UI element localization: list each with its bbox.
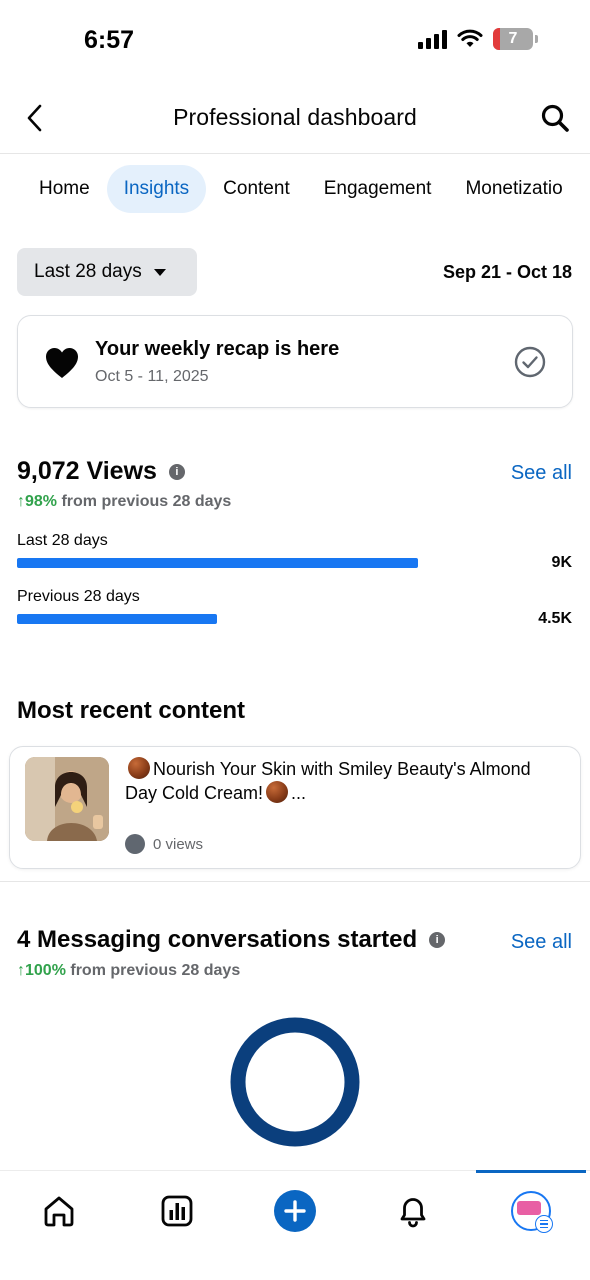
recap-title: Your weekly recap is here: [95, 338, 340, 360]
messaging-delta: ↑100% from previous 28 days: [17, 962, 240, 980]
post-thumbnail: [25, 757, 109, 841]
section-divider: [0, 881, 590, 882]
wifi-icon: [457, 29, 483, 47]
tab-home[interactable]: Home: [22, 165, 107, 213]
bar-value-current: 9K: [551, 554, 572, 571]
messaging-see-all-link[interactable]: See all: [511, 931, 572, 954]
bar-label-previous: Previous 28 days: [17, 588, 140, 605]
nav-notifications[interactable]: [391, 1189, 435, 1233]
messaging-title-text: 4 Messaging conversations started: [17, 926, 418, 953]
info-icon[interactable]: i: [429, 932, 446, 948]
search-icon: [541, 104, 569, 132]
status-icons: 7: [418, 28, 538, 50]
tab-content[interactable]: Content: [206, 165, 307, 213]
heart-icon: [46, 348, 78, 378]
insights-icon: [161, 1195, 193, 1227]
tab-monetization[interactable]: Monetizatio: [448, 165, 579, 213]
views-dot-icon: [125, 834, 145, 854]
status-bar: 6:57 7: [0, 0, 590, 80]
nav-create[interactable]: [273, 1189, 317, 1233]
weekly-recap-card[interactable]: Your weekly recap is here Oct 5 - 11, 20…: [17, 315, 573, 408]
bar-previous-track: [17, 614, 527, 624]
bar-value-previous: 4.5K: [538, 610, 572, 627]
recap-dates: Oct 5 - 11, 2025: [95, 368, 209, 385]
views-delta-percent: ↑98%: [17, 493, 58, 510]
battery-icon: 7: [493, 28, 533, 50]
battery-level: 7: [508, 30, 518, 47]
nav-profile[interactable]: [509, 1189, 553, 1233]
views-heading: 9,072 Views i: [17, 457, 185, 486]
tab-bar: Home Insights Content Engagement Monetiz…: [22, 164, 590, 214]
views-delta: ↑98% from previous 28 days: [17, 493, 231, 511]
post-caption-text: Nourish Your Skin with Smiley Beauty's A…: [125, 759, 531, 803]
check-circle-icon: [514, 346, 546, 378]
tab-insights[interactable]: Insights: [106, 165, 207, 213]
status-time: 6:57: [84, 26, 135, 54]
post-views: 0 views: [125, 834, 203, 854]
messaging-delta-text: from previous 28 days: [65, 962, 241, 979]
post-caption: Nourish Your Skin with Smiley Beauty's A…: [125, 757, 565, 805]
notifications-bell-icon: [400, 1198, 426, 1228]
bottom-nav: [0, 1170, 590, 1280]
date-range-text: Sep 21 - Oct 18: [442, 262, 572, 282]
views-title-text: 9,072 Views: [17, 457, 157, 485]
caret-down-icon: [153, 268, 166, 276]
bar-current: [17, 558, 418, 568]
profile-avatar: [511, 1191, 553, 1233]
home-icon: [44, 1196, 74, 1227]
top-bar: Professional dashboard: [0, 90, 590, 146]
search-button[interactable]: [538, 100, 572, 136]
post-thumbnail-image: [25, 757, 109, 841]
info-icon[interactable]: i: [168, 463, 185, 480]
bar-current-track: [17, 558, 527, 568]
date-range-dropdown[interactable]: Last 28 days: [17, 248, 197, 296]
bar-previous: [17, 614, 218, 624]
nav-insights[interactable]: [155, 1189, 199, 1233]
bar-label-current: Last 28 days: [17, 532, 108, 549]
chestnut-emoji-icon: [266, 781, 289, 803]
nav-active-indicator: [476, 1170, 586, 1173]
donut-ring: [230, 1017, 360, 1147]
recent-content-heading: Most recent content: [17, 697, 246, 724]
date-range-dropdown-label: Last 28 days: [34, 261, 142, 282]
recent-post-card[interactable]: Nourish Your Skin with Smiley Beauty's A…: [9, 746, 581, 869]
page-title: Professional dashboard: [173, 104, 417, 130]
post-caption-ellipsis: ...: [291, 783, 307, 803]
views-see-all-link[interactable]: See all: [511, 462, 572, 485]
messaging-delta-percent: ↑100%: [17, 962, 66, 979]
messaging-heading: 4 Messaging conversations started i: [17, 926, 446, 954]
create-plus-icon: [274, 1190, 316, 1232]
nav-home[interactable]: [37, 1189, 81, 1233]
brand-logo: [517, 1201, 541, 1215]
messaging-donut-chart: [230, 1017, 360, 1147]
post-views-label: 0 views: [153, 835, 204, 853]
battery-tip: [535, 35, 538, 43]
header-divider: [0, 153, 590, 154]
menu-badge-icon: [535, 1215, 553, 1233]
cellular-signal-icon: [418, 29, 447, 49]
chestnut-emoji-icon: [128, 757, 150, 779]
tab-engagement[interactable]: Engagement: [307, 165, 449, 213]
views-delta-text: from previous 28 days: [57, 493, 232, 510]
